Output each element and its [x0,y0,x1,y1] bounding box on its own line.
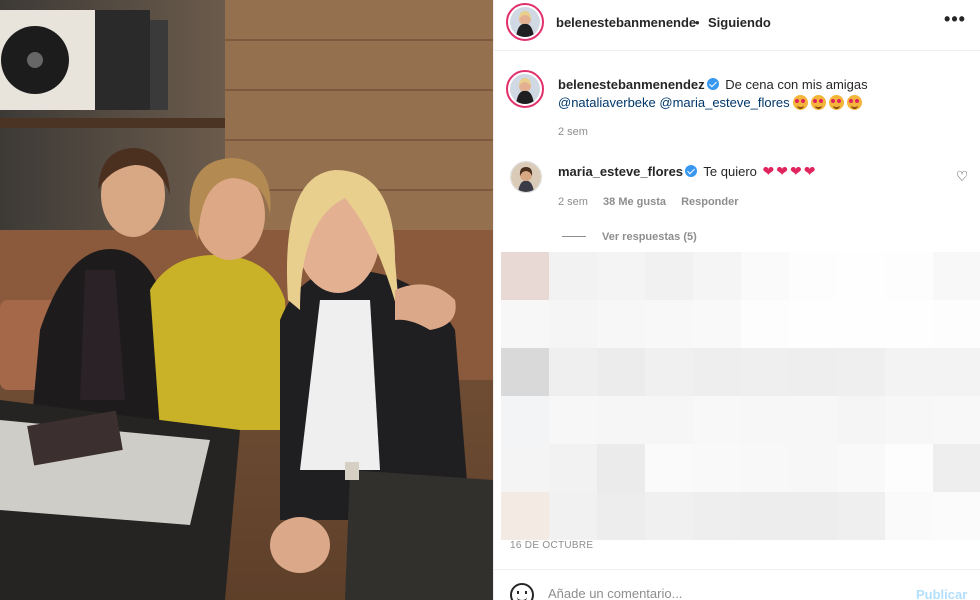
red-heart-icon: ❤ [776,163,788,179]
replies-divider-line [562,236,586,237]
view-replies-button[interactable]: Ver respuestas (5) [562,231,697,243]
caption-text: De cena con mis amigas [725,77,868,92]
red-heart-icon: ❤ [790,163,802,179]
comment-likes-count[interactable]: 38 Me gusta [603,196,666,208]
smiling-face-with-hearts-icon [847,95,863,110]
separator-dot: • [695,15,700,30]
post-photo[interactable] [0,0,493,600]
caption-username-link[interactable]: belenestebanmenendez [558,77,705,92]
comment-text: Te quiero [703,164,757,179]
comment-timestamp[interactable]: 2 sem [558,196,588,208]
post-date[interactable]: 16 DE OCTUBRE [510,540,593,551]
post-side-panel: belenestebanmenende • Siguiendo ••• bele… [493,0,980,600]
post-photo-illustration [0,0,493,600]
publish-button[interactable]: Publicar [916,587,967,600]
commenter-avatar[interactable] [510,161,542,193]
avatar-image [510,7,540,37]
more-horizontal-icon[interactable]: ••• [944,10,966,32]
smiling-face-with-hearts-icon [811,95,827,110]
mention-link[interactable]: @maria_esteve_flores [659,95,789,110]
smiling-face-with-hearts-icon [793,95,809,110]
comment-meta: 2 sem 38 Me gusta Responder [558,196,751,208]
following-button[interactable]: Siguiendo [708,15,771,30]
comment-username-link[interactable]: maria_esteve_flores [558,164,683,179]
red-heart-icon: ❤ [762,163,775,179]
emoji-picker-icon[interactable] [510,583,534,600]
verified-badge-icon [706,78,719,90]
red-heart-icon: ❤ [803,163,816,179]
caption-avatar[interactable] [506,70,544,108]
verified-badge-icon [685,165,698,177]
author-avatar[interactable] [506,3,544,41]
mention-link[interactable]: @nataliaverbeke [558,95,656,110]
smiling-face-with-hearts-icon [829,95,845,110]
add-comment-bar: Publicar [494,569,980,600]
comment: maria_esteve_flores Te quiero ❤ ❤ ❤ ❤ [558,164,815,179]
post-header: belenestebanmenende • Siguiendo ••• [494,0,980,51]
avatar-image [510,74,540,104]
reply-button[interactable]: Responder [681,196,738,208]
pixelated-redaction [501,252,980,542]
author-username-link[interactable]: belenestebanmenende [556,15,696,30]
add-comment-input[interactable] [548,586,888,600]
caption-timestamp[interactable]: 2 sem [558,126,588,138]
post-caption: belenestebanmenendez De cena con mis ami… [558,76,968,112]
view-replies-label: Ver respuestas (5) [602,231,697,243]
comment-like-heart-icon[interactable]: ♡ [954,168,970,184]
avatar-image [511,162,541,192]
